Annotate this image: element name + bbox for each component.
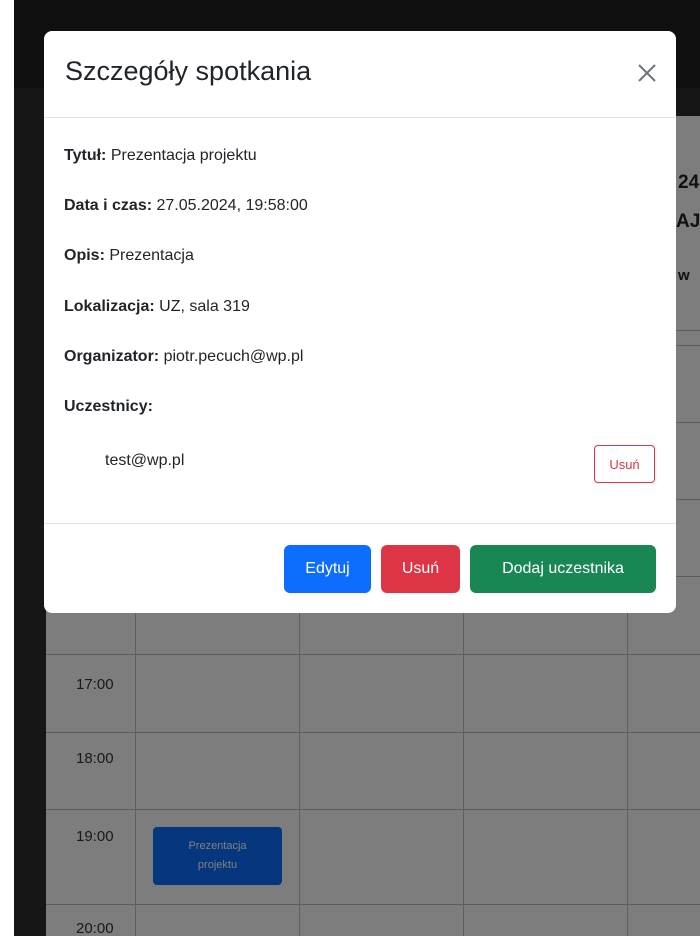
delete-button[interactable]: Usuń: [381, 545, 460, 593]
page-margin: [0, 0, 14, 936]
detail-location: Lokalizacja: UZ, sala 319: [64, 298, 250, 316]
detail-datetime: Data i czas: 27.05.2024, 19:58:00: [64, 197, 308, 215]
detail-value: Prezentacja projektu: [110, 147, 257, 164]
detail-label: Organizator:: [64, 348, 160, 365]
modal-body: Tytuł: Prezentacja projektu Data i czas:…: [44, 118, 676, 524]
detail-value: 27.05.2024, 19:58:00: [156, 197, 308, 214]
remove-participant-button[interactable]: Usuń: [594, 445, 655, 483]
participant-email: test@wp.pl: [105, 452, 185, 469]
close-button[interactable]: [632, 58, 662, 88]
edit-button[interactable]: Edytuj: [284, 545, 371, 593]
detail-label: Data i czas:: [64, 197, 153, 214]
detail-description: Opis: Prezentacja: [64, 247, 194, 265]
detail-organizer: Organizator: piotr.pecuch@wp.pl: [64, 348, 303, 366]
detail-label: Lokalizacja:: [64, 298, 155, 315]
add-participant-button[interactable]: Dodaj uczestnika: [470, 545, 656, 593]
close-icon: [638, 64, 656, 82]
detail-value: UZ, sala 319: [159, 298, 250, 315]
modal-footer: Edytuj Usuń Dodaj uczestnika: [44, 524, 676, 613]
detail-value: Prezentacja: [109, 247, 194, 264]
meeting-details-modal: Szczegóły spotkania Tytuł: Prezentacja p…: [44, 31, 676, 613]
modal-header: Szczegóły spotkania: [44, 31, 676, 118]
detail-title: Tytuł: Prezentacja projektu: [64, 147, 257, 165]
participants-heading: Uczestnicy:: [64, 398, 153, 416]
detail-label: Tytuł:: [64, 147, 107, 164]
detail-value: piotr.pecuch@wp.pl: [163, 348, 304, 365]
modal-title: Szczegóły spotkania: [65, 56, 312, 86]
detail-label: Opis:: [64, 247, 105, 264]
participants-label: Uczestnicy:: [64, 398, 153, 415]
